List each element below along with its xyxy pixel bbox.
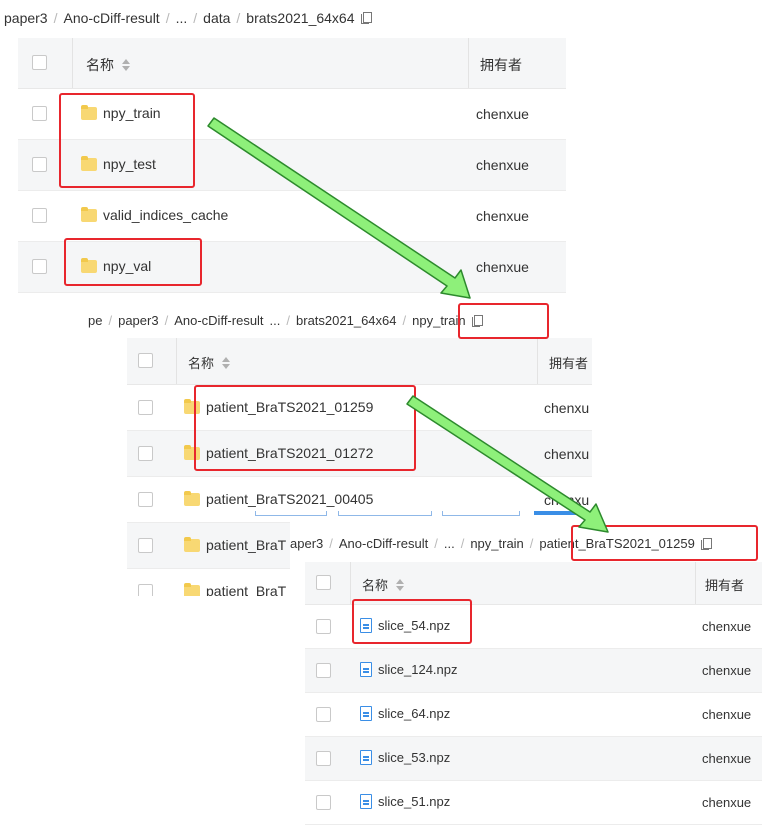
row-checkbox[interactable] [32, 157, 47, 172]
sort-icon[interactable] [222, 356, 231, 369]
breadcrumb-item[interactable]: paper3 [4, 10, 48, 26]
row-checkbox[interactable] [316, 619, 331, 634]
owner-cell: chenxue [702, 707, 752, 722]
file-name[interactable]: slice_64.npz [378, 706, 450, 721]
row-checkbox[interactable] [32, 259, 47, 274]
row-checkbox[interactable] [316, 707, 331, 722]
row-checkbox[interactable] [138, 538, 153, 553]
column-name-header[interactable]: 名称 [188, 353, 231, 372]
row-checkbox[interactable] [32, 106, 47, 121]
table-row[interactable]: slice_51.npz chenxue [305, 781, 762, 825]
breadcrumb-item[interactable]: pe [88, 313, 102, 328]
table-header: 名称 拥有者 [18, 38, 566, 89]
breadcrumb-item[interactable]: ... [444, 536, 455, 551]
breadcrumb-item[interactable]: paper3 [118, 313, 158, 328]
table-row[interactable]: slice_64.npz chenxue [305, 693, 762, 737]
breadcrumb-item[interactable]: ... [270, 313, 281, 328]
file-name[interactable]: slice_53.npz [378, 750, 450, 765]
file-name[interactable]: slice_124.npz [378, 662, 458, 677]
breadcrumb-item[interactable]: Ano-cDiff-result [174, 313, 263, 328]
owner-cell: chenxue [476, 259, 529, 275]
breadcrumb-current: brats2021_64x64 [246, 10, 355, 26]
file-icon [360, 706, 372, 721]
owner-cell: chenxue [702, 751, 752, 766]
select-all-checkbox[interactable] [32, 55, 47, 70]
breadcrumb-item[interactable]: ... [176, 10, 188, 26]
breadcrumb-item[interactable]: data [203, 10, 230, 26]
table-row[interactable]: patient_BraTS2021_00405 chenxu [127, 477, 592, 523]
column-name-header[interactable]: 名称 [362, 575, 405, 594]
column-owner-header[interactable]: 拥有者 [549, 353, 588, 372]
table-row[interactable]: slice_124.npz chenxue [305, 649, 762, 693]
row-checkbox[interactable] [138, 446, 153, 461]
sort-icon[interactable] [396, 578, 405, 591]
file-name[interactable]: slice_51.npz [378, 794, 450, 809]
folder-name[interactable]: patient_BraT [206, 537, 286, 553]
breadcrumb-item[interactable]: Ano-cDiff-result [339, 536, 428, 551]
highlight-box [458, 303, 549, 339]
row-checkbox[interactable] [138, 492, 153, 507]
owner-cell: chenxue [476, 208, 529, 224]
owner-cell: chenxu [544, 400, 590, 416]
copy-icon[interactable] [360, 12, 372, 24]
breadcrumb-item[interactable]: aper3 [290, 536, 323, 551]
file-icon [360, 750, 372, 765]
folder-name[interactable]: patient_BraT [206, 583, 286, 596]
toolbar-fragment [255, 511, 327, 516]
toolbar-fragment [338, 511, 432, 516]
owner-cell: chenxu [544, 492, 590, 508]
owner-cell: chenxue [702, 795, 752, 810]
owner-cell: chenxue [476, 157, 529, 173]
highlight-box [571, 525, 758, 561]
column-owner-header[interactable]: 拥有者 [480, 55, 522, 75]
breadcrumb-item[interactable]: brats2021_64x64 [296, 313, 396, 328]
breadcrumb-item[interactable]: npy_train [470, 536, 523, 551]
highlight-box [352, 599, 472, 644]
folder-name[interactable]: valid_indices_cache [103, 207, 228, 223]
table-row[interactable]: valid_indices_cache chenxue [18, 191, 566, 242]
row-checkbox[interactable] [32, 208, 47, 223]
highlight-box [59, 93, 195, 188]
sort-icon[interactable] [122, 59, 130, 71]
row-checkbox[interactable] [138, 584, 153, 596]
owner-cell: chenxue [476, 106, 529, 122]
folder-icon [184, 490, 200, 506]
folder-icon [184, 536, 200, 552]
owner-cell: chenxu [544, 446, 590, 462]
folder-icon [184, 582, 200, 596]
table-row[interactable]: slice_53.npz chenxue [305, 737, 762, 781]
owner-cell: chenxue [702, 619, 752, 634]
row-checkbox[interactable] [316, 751, 331, 766]
toolbar-fragment [442, 511, 520, 516]
breadcrumb: paper3/ Ano-cDiff-result / ... / data / bra… [4, 10, 372, 26]
breadcrumb-item[interactable]: Ano-cDiff-result [63, 10, 159, 26]
select-all-checkbox[interactable] [138, 353, 153, 368]
column-owner-header[interactable]: 拥有者 [705, 575, 744, 594]
panel-patient-folder: aper3/ Ano-cDiff-result / ... / npy_train /… [290, 520, 762, 827]
row-checkbox[interactable] [316, 795, 331, 810]
file-icon [360, 794, 372, 809]
owner-cell: chenxue [702, 663, 752, 678]
row-checkbox[interactable] [138, 400, 153, 415]
file-icon [360, 662, 372, 677]
highlight-box [64, 238, 202, 286]
folder-icon [81, 206, 97, 222]
column-name-header[interactable]: 名称 [86, 55, 130, 75]
row-checkbox[interactable] [316, 663, 331, 678]
panel-brats-folder: paper3/ Ano-cDiff-result / ... / data / bra… [0, 0, 570, 295]
select-all-checkbox[interactable] [316, 575, 331, 590]
toolbar-fragment [534, 511, 584, 515]
table-header: 名称 拥有者 [127, 338, 592, 385]
highlight-box [194, 385, 416, 471]
breadcrumb: pe / paper3/ Ano-cDiff-result... / brats20… [88, 313, 483, 328]
folder-name[interactable]: patient_BraTS2021_00405 [206, 491, 373, 507]
